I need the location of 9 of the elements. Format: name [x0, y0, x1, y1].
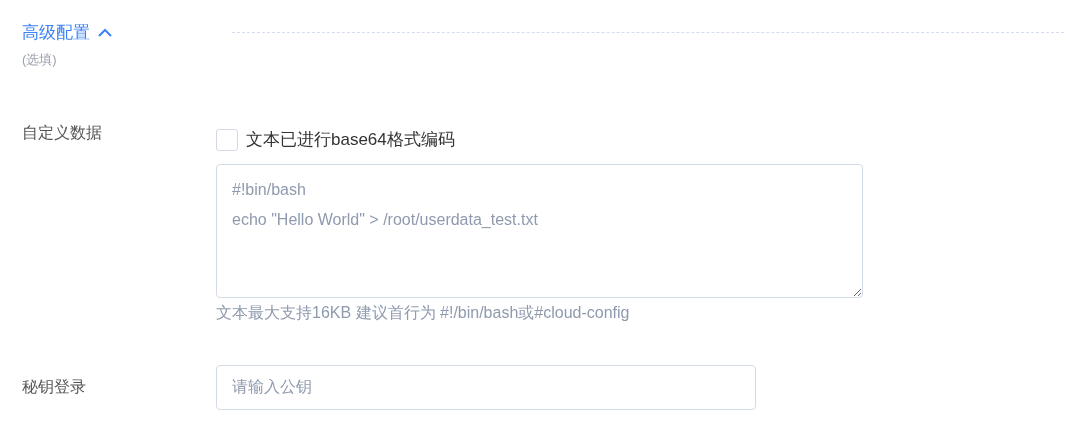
advanced-config-toggle[interactable]: 高级配置	[22, 20, 112, 46]
checkbox-label: 文本已进行base64格式编码	[246, 129, 455, 151]
field-label: 秘钥登录	[22, 376, 87, 397]
user-data-textarea[interactable]: #!bin/bash echo "Hello World" > /root/userdata_test.txt	[216, 163, 863, 298]
hint-text: 文本最大支持16KB 建议首行为 #!/bin/bash或#cloud-config	[216, 302, 631, 323]
public-key-input[interactable]: 请输入公钥	[216, 364, 756, 410]
base64-checkbox[interactable]	[216, 128, 238, 151]
field-label: 自定义数据	[22, 123, 103, 143]
optional-note: (选填)	[22, 50, 58, 69]
